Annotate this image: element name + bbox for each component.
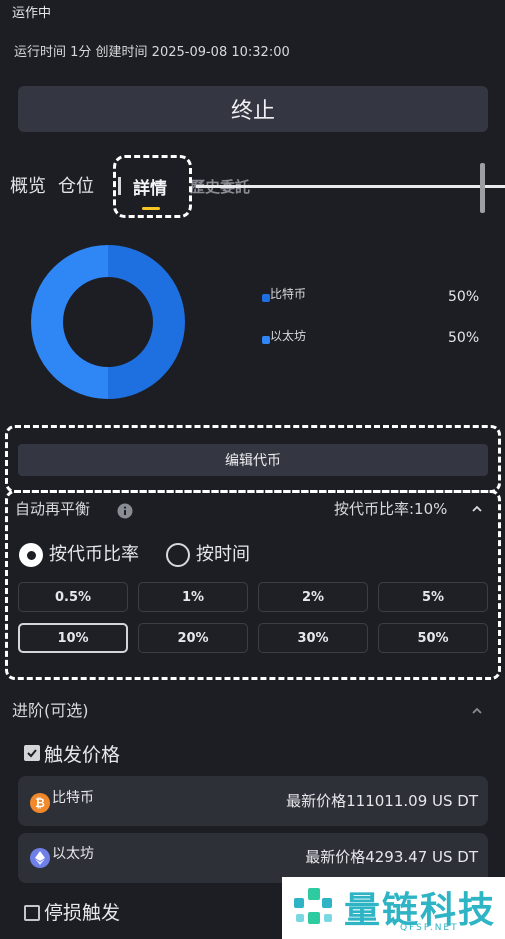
coin-price: 最新价格4293.47 US DT xyxy=(305,848,478,866)
stop-button[interactable]: 终止 xyxy=(18,86,488,132)
watermark-subtext: QFSP.NET xyxy=(400,923,459,933)
legend-percent-ethereum: 50% xyxy=(448,330,480,346)
legend-label-ethereum: 以太坊 xyxy=(270,329,307,343)
legend-dot-bitcoin xyxy=(262,294,270,302)
coin-name: 比特币 xyxy=(52,790,94,806)
coin-name: 以太坊 xyxy=(52,846,94,862)
highlight-box-rebalance xyxy=(5,490,501,680)
highlight-box-detail-tab xyxy=(113,155,192,218)
status-label: 运作中 xyxy=(12,6,52,21)
legend-dot-ethereum xyxy=(262,336,270,344)
trigger-price-checkbox[interactable] xyxy=(24,745,40,761)
coin-card-ethereum[interactable]: 以太坊 最新价格4293.47 US DT xyxy=(18,833,488,883)
allocation-donut xyxy=(31,245,185,399)
watermark-logo-icon xyxy=(294,888,332,924)
check-icon xyxy=(27,749,37,758)
stop-loss-label: 停损触发 xyxy=(44,902,121,924)
scroll-handle[interactable] xyxy=(480,163,485,213)
stop-loss-checkbox[interactable] xyxy=(24,905,40,921)
annotation-line xyxy=(196,185,505,188)
ethereum-icon xyxy=(30,848,50,868)
runtime-meta: 运行时间 1分 创建时间 2025-09-08 10:32:00 xyxy=(14,45,290,60)
trigger-price-label: 触发价格 xyxy=(44,744,121,766)
bitcoin-icon: ₿ xyxy=(30,793,50,813)
tab-overview[interactable]: 概览 xyxy=(10,172,46,198)
advanced-title: 进阶(可选) xyxy=(12,701,89,720)
coin-price: 最新价格111011.09 US DT xyxy=(286,792,478,810)
chevron-up-icon[interactable] xyxy=(470,704,484,718)
legend-percent-bitcoin: 50% xyxy=(448,289,480,305)
watermark: 量链科技 QFSP.NET xyxy=(282,877,505,939)
coin-card-bitcoin[interactable]: ₿ 比特币 最新价格111011.09 US DT xyxy=(18,776,488,826)
legend-label-bitcoin: 比特币 xyxy=(270,287,307,301)
highlight-box-edit-coins xyxy=(5,425,501,493)
tab-position[interactable]: 仓位 xyxy=(58,172,94,198)
